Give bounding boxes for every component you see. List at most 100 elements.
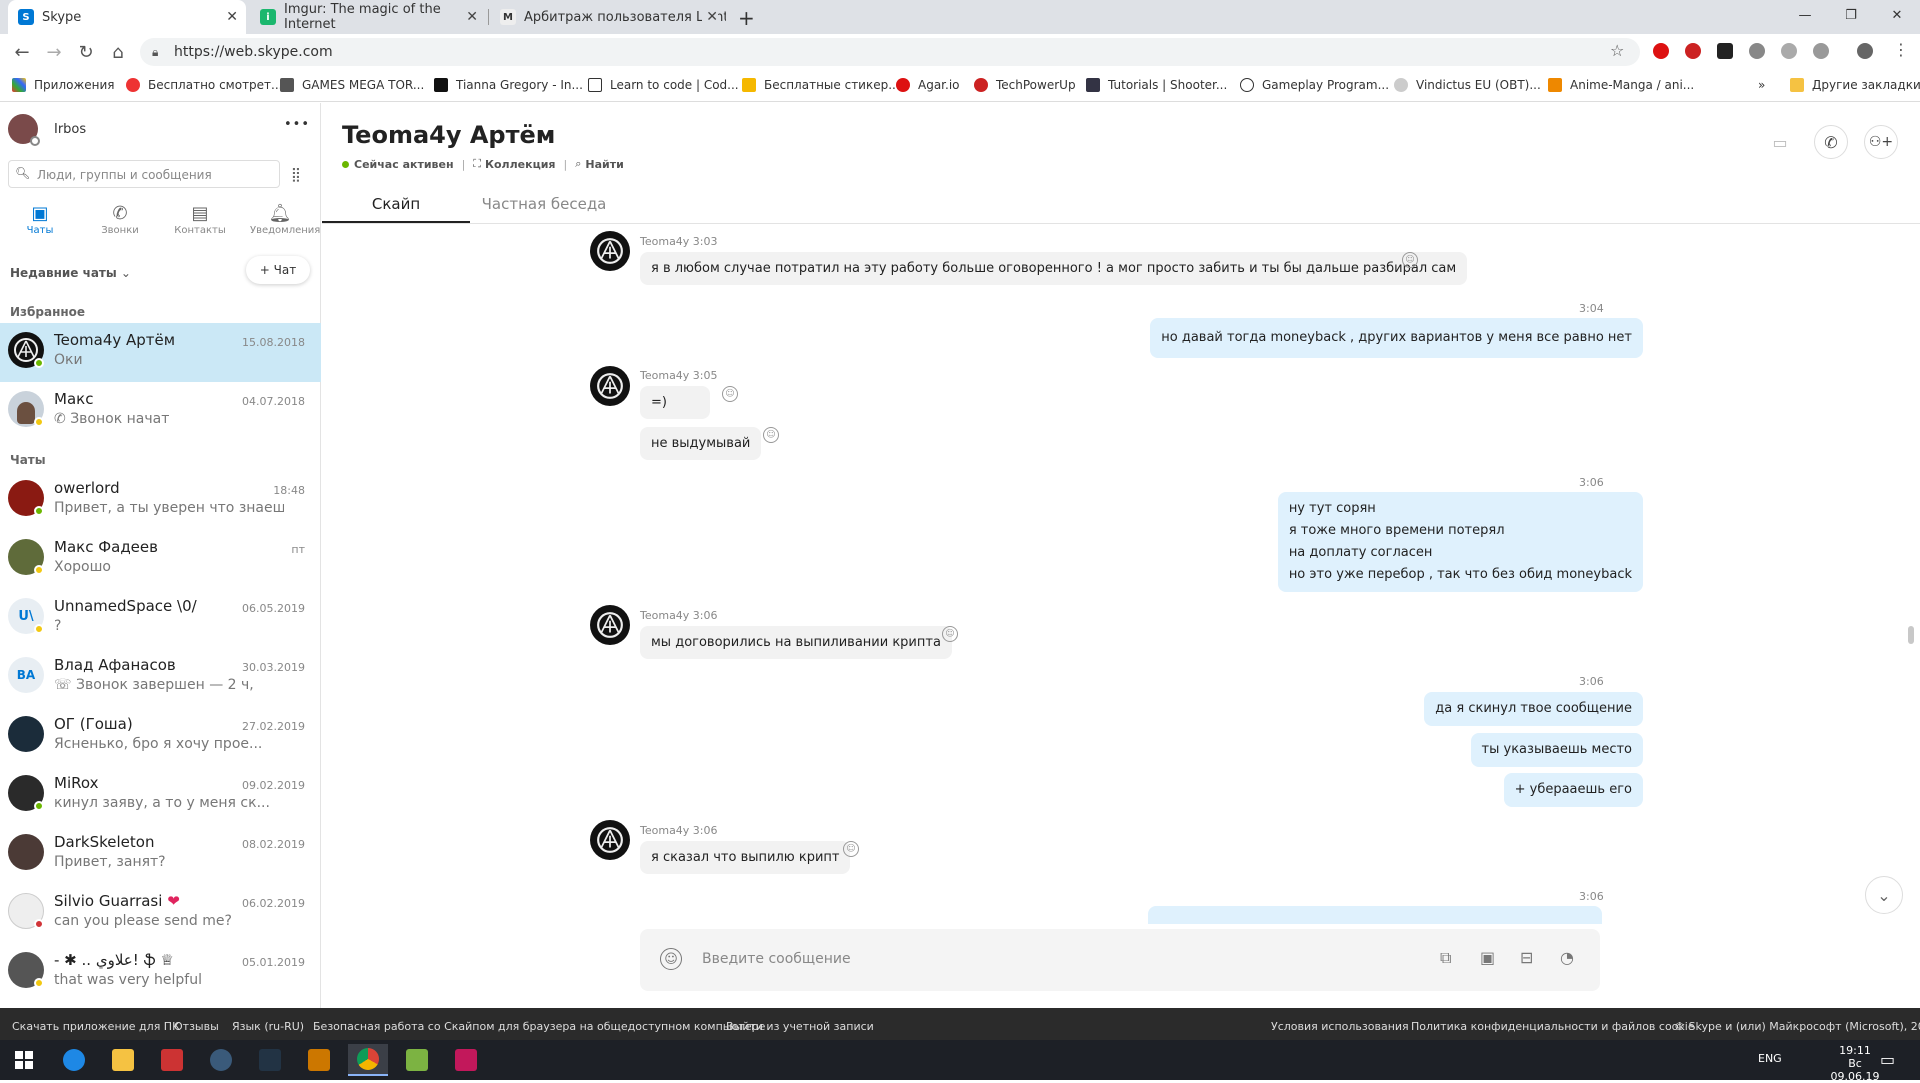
chat-item-alawi[interactable]: - ✱ .. علاوي! ֆ ♕ that was very helpful … [0,943,321,1002]
footer-link[interactable]: Язык (ru-RU) [232,1020,304,1033]
close-icon[interactable]: ✕ [226,9,238,25]
outgoing-message[interactable]: ну тут сорян я тоже много времени потеря… [1277,492,1643,592]
find-link[interactable]: Найти [585,158,623,171]
footer-link[interactable]: Безопасная работа со Скайпом для браузер… [313,1020,765,1033]
ext-icon[interactable] [1813,43,1829,59]
outgoing-message[interactable]: + уберааешь его [1503,773,1643,807]
scroll-to-bottom-button[interactable]: ⌄ [1865,876,1903,914]
home-button[interactable]: ⌂ [106,40,130,64]
tab-arbitrage[interactable]: M Арбитраж пользователя LightF ✕ [490,0,726,34]
bookmark-apps[interactable]: Приложения [12,78,115,92]
outgoing-message[interactable]: ты указываешь место [1470,733,1643,767]
chat-item-unnamedspace[interactable]: U\ UnnamedSpace \0/ ? 06.05.2019 [0,589,321,648]
tab-private-chat[interactable]: Частная беседа [470,189,618,223]
video-call-icon[interactable]: ▭ [1763,125,1797,159]
menu-icon[interactable]: ⋮ [1893,40,1909,59]
bookmark[interactable]: Learn to code | Cod... [588,78,739,92]
tab-imgur[interactable]: i Imgur: The magic of the Internet ✕ [250,0,486,34]
chat-item-owerlord[interactable]: owerlord Привет, а ты уверен что знаеш..… [0,471,321,530]
chat-item-darkskeleton[interactable]: DarkSkeleton Привет, занят? 08.02.2019 [0,825,321,884]
bookmark[interactable]: TechPowerUp [974,78,1076,92]
profile-icon[interactable] [1857,43,1873,59]
footer-link[interactable]: Скачать приложение для ПК [12,1020,180,1033]
nav-calls[interactable]: ✆ Звонки [90,203,150,236]
recent-chats-dropdown[interactable]: Недавние чаты ⌄ [10,266,131,280]
reload-button[interactable]: ↻ [74,40,98,64]
nav-contacts[interactable]: ▤ Контакты [170,203,230,236]
chat-item-teoma4y[interactable]: Teoma4y Артём Оки 15.08.2018 [0,323,321,382]
chat-item-vlad[interactable]: ВА Влад Афанасов ☏ Звонок завершен — 2 ч… [0,648,321,707]
intellij-icon[interactable] [446,1044,486,1076]
reaction-icon[interactable]: ☺ [763,427,779,443]
app-icon[interactable] [250,1044,290,1076]
footer-link[interactable]: Выйти из учетной записи [726,1020,874,1033]
chat-item-og[interactable]: ОГ (Гоша) Ясненько, бро я хочу прое... 2… [0,707,321,766]
chat-item-maks[interactable]: Макс ✆ Звонок начат 04.07.2018 [0,382,321,441]
minimize-button[interactable]: — [1782,0,1828,30]
bookmarks-more[interactable]: » [1758,78,1765,92]
footer-link[interactable]: Отзывы [174,1020,219,1033]
edge-icon[interactable] [54,1044,94,1076]
message-input[interactable]: Введите сообщение [702,951,851,967]
close-window-button[interactable]: ✕ [1874,0,1920,30]
more-options-icon[interactable]: ◔ [1560,948,1574,967]
app-icon[interactable] [152,1044,192,1076]
bookmark[interactable]: Anime-Manga / ani... [1548,78,1694,92]
emoji-icon[interactable]: ☺ [660,948,682,970]
clock[interactable]: 19:11 Вс 09.06.19 [1825,1044,1885,1083]
ext-icon[interactable] [1717,43,1733,59]
notepad-icon[interactable] [397,1044,437,1076]
bookmark[interactable]: Tutorials | Shooter... [1086,78,1227,92]
search-input[interactable]: 🔍︎ Люди, группы и сообщения [8,160,280,188]
collection-link[interactable]: Коллекция [485,158,556,171]
scrollbar-thumb[interactable] [1908,626,1914,644]
explorer-icon[interactable] [103,1044,143,1076]
globe-icon[interactable] [1781,43,1797,59]
address-bar[interactable] [140,38,1640,66]
bookmark[interactable]: Бесплатно смотрет... [126,78,283,92]
tab-skype-chat[interactable]: Скайп [322,189,470,223]
tab-skype[interactable]: S Skype ✕ [8,0,246,34]
incoming-message[interactable]: мы договорились на выпиливании крипта [640,626,952,659]
close-icon[interactable]: ✕ [466,9,478,25]
close-icon[interactable]: ✕ [702,9,718,25]
start-button[interactable] [4,1044,44,1076]
forward-button[interactable]: → [42,40,66,64]
back-button[interactable]: ← [10,40,34,64]
incoming-message[interactable]: я в любом случае потратил на эту работу … [640,252,1468,285]
bookmark[interactable]: Бесплатные стикер... [742,78,900,92]
new-chat-button[interactable]: + Чат [246,256,310,284]
audio-call-button[interactable]: ✆ [1814,125,1848,159]
bookmark[interactable]: Agar.io [896,78,960,92]
bookmark[interactable]: Vindictus EU (OBT)... [1394,78,1541,92]
maximize-button[interactable]: ❐ [1828,0,1874,30]
chat-item-silvio[interactable]: Silvio Guarrasi ❤ can you please send me… [0,884,321,943]
app-icon[interactable] [299,1044,339,1076]
bookmark[interactable]: Gameplay Program... [1240,78,1389,92]
incoming-message[interactable]: =) [640,386,710,419]
star-icon[interactable]: ☆ [1610,41,1624,60]
file-icon[interactable]: ⊟ [1520,948,1533,967]
more-options-button[interactable]: ••• [284,117,310,132]
dialpad-icon[interactable]: ⣿ [283,162,309,188]
nav-notifications[interactable]: 🔔︎ Уведомления [250,203,320,236]
ext-icon[interactable] [1749,43,1765,59]
other-bookmarks[interactable]: Другие закладки [1790,78,1920,92]
notification-icon[interactable]: ▭ [1880,1050,1895,1069]
chat-item-maks-fadeev[interactable]: Макс Фадеев Хорошо пт [0,530,321,589]
conversation-title[interactable]: Teoma4y Артём [342,121,555,149]
opera-ext-icon[interactable] [1653,43,1669,59]
outgoing-message[interactable]: да я скинул твое сообщение [1424,692,1643,726]
contact-card-icon[interactable]: ▣ [1480,948,1495,967]
incoming-message[interactable]: не выдумывай [640,427,762,460]
add-people-button[interactable]: ⚇+ [1864,125,1898,159]
bookmark[interactable]: Tianna Gregory - In... [434,78,583,92]
footer-link[interactable]: Условия использования [1271,1020,1409,1033]
reaction-icon[interactable]: ☺ [722,386,738,402]
steam-icon[interactable] [201,1044,241,1076]
reaction-icon[interactable]: ☺ [1402,252,1418,268]
nav-chats[interactable]: ▣ Чаты [10,203,70,236]
chat-item-mirox[interactable]: MiRox кинул заяву, а то у меня ск... 09.… [0,766,321,825]
adblock-icon[interactable] [1685,43,1701,59]
gallery-icon[interactable]: ⧉ [1440,948,1451,968]
